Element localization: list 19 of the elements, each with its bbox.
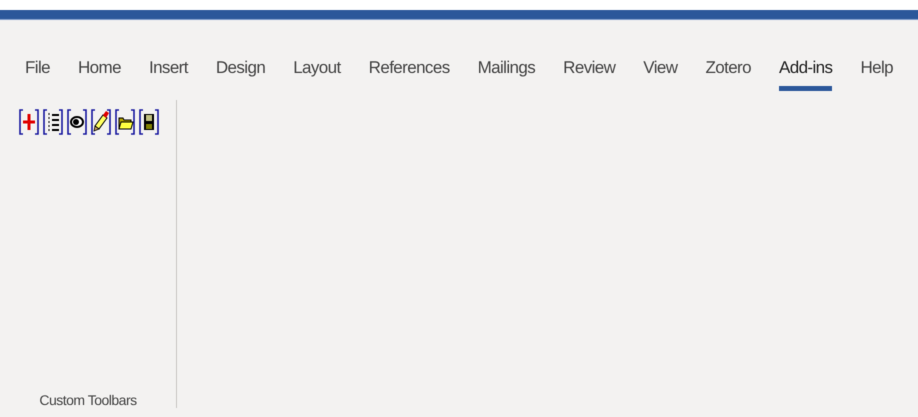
ribbon-tab[interactable]: File: [25, 58, 50, 91]
ribbon-tab[interactable]: References: [368, 58, 450, 91]
eye-icon[interactable]: [66, 108, 88, 136]
ribbon-tab[interactable]: Insert: [148, 58, 188, 91]
ribbon-tab[interactable]: View: [643, 58, 678, 91]
ribbon-tab[interactable]: Zotero: [705, 58, 751, 91]
pencil-icon[interactable]: [90, 108, 112, 136]
group-label: Custom Toolbars: [39, 392, 137, 408]
plus-icon[interactable]: [18, 108, 40, 136]
ribbon-tab[interactable]: Mailings: [478, 58, 536, 91]
ribbon-tab[interactable]: Design: [216, 58, 266, 91]
ribbon-tab[interactable]: Layout: [293, 58, 341, 91]
ribbon-tab[interactable]: Review: [563, 58, 616, 91]
folder-icon[interactable]: [114, 108, 136, 136]
ribbon-tab[interactable]: Help: [860, 58, 894, 91]
ribbon-tab[interactable]: Add-ins: [778, 58, 832, 91]
ribbon-tab[interactable]: Home: [78, 58, 121, 91]
list-icon[interactable]: [42, 108, 64, 136]
floppy-disk-icon[interactable]: [138, 108, 160, 136]
